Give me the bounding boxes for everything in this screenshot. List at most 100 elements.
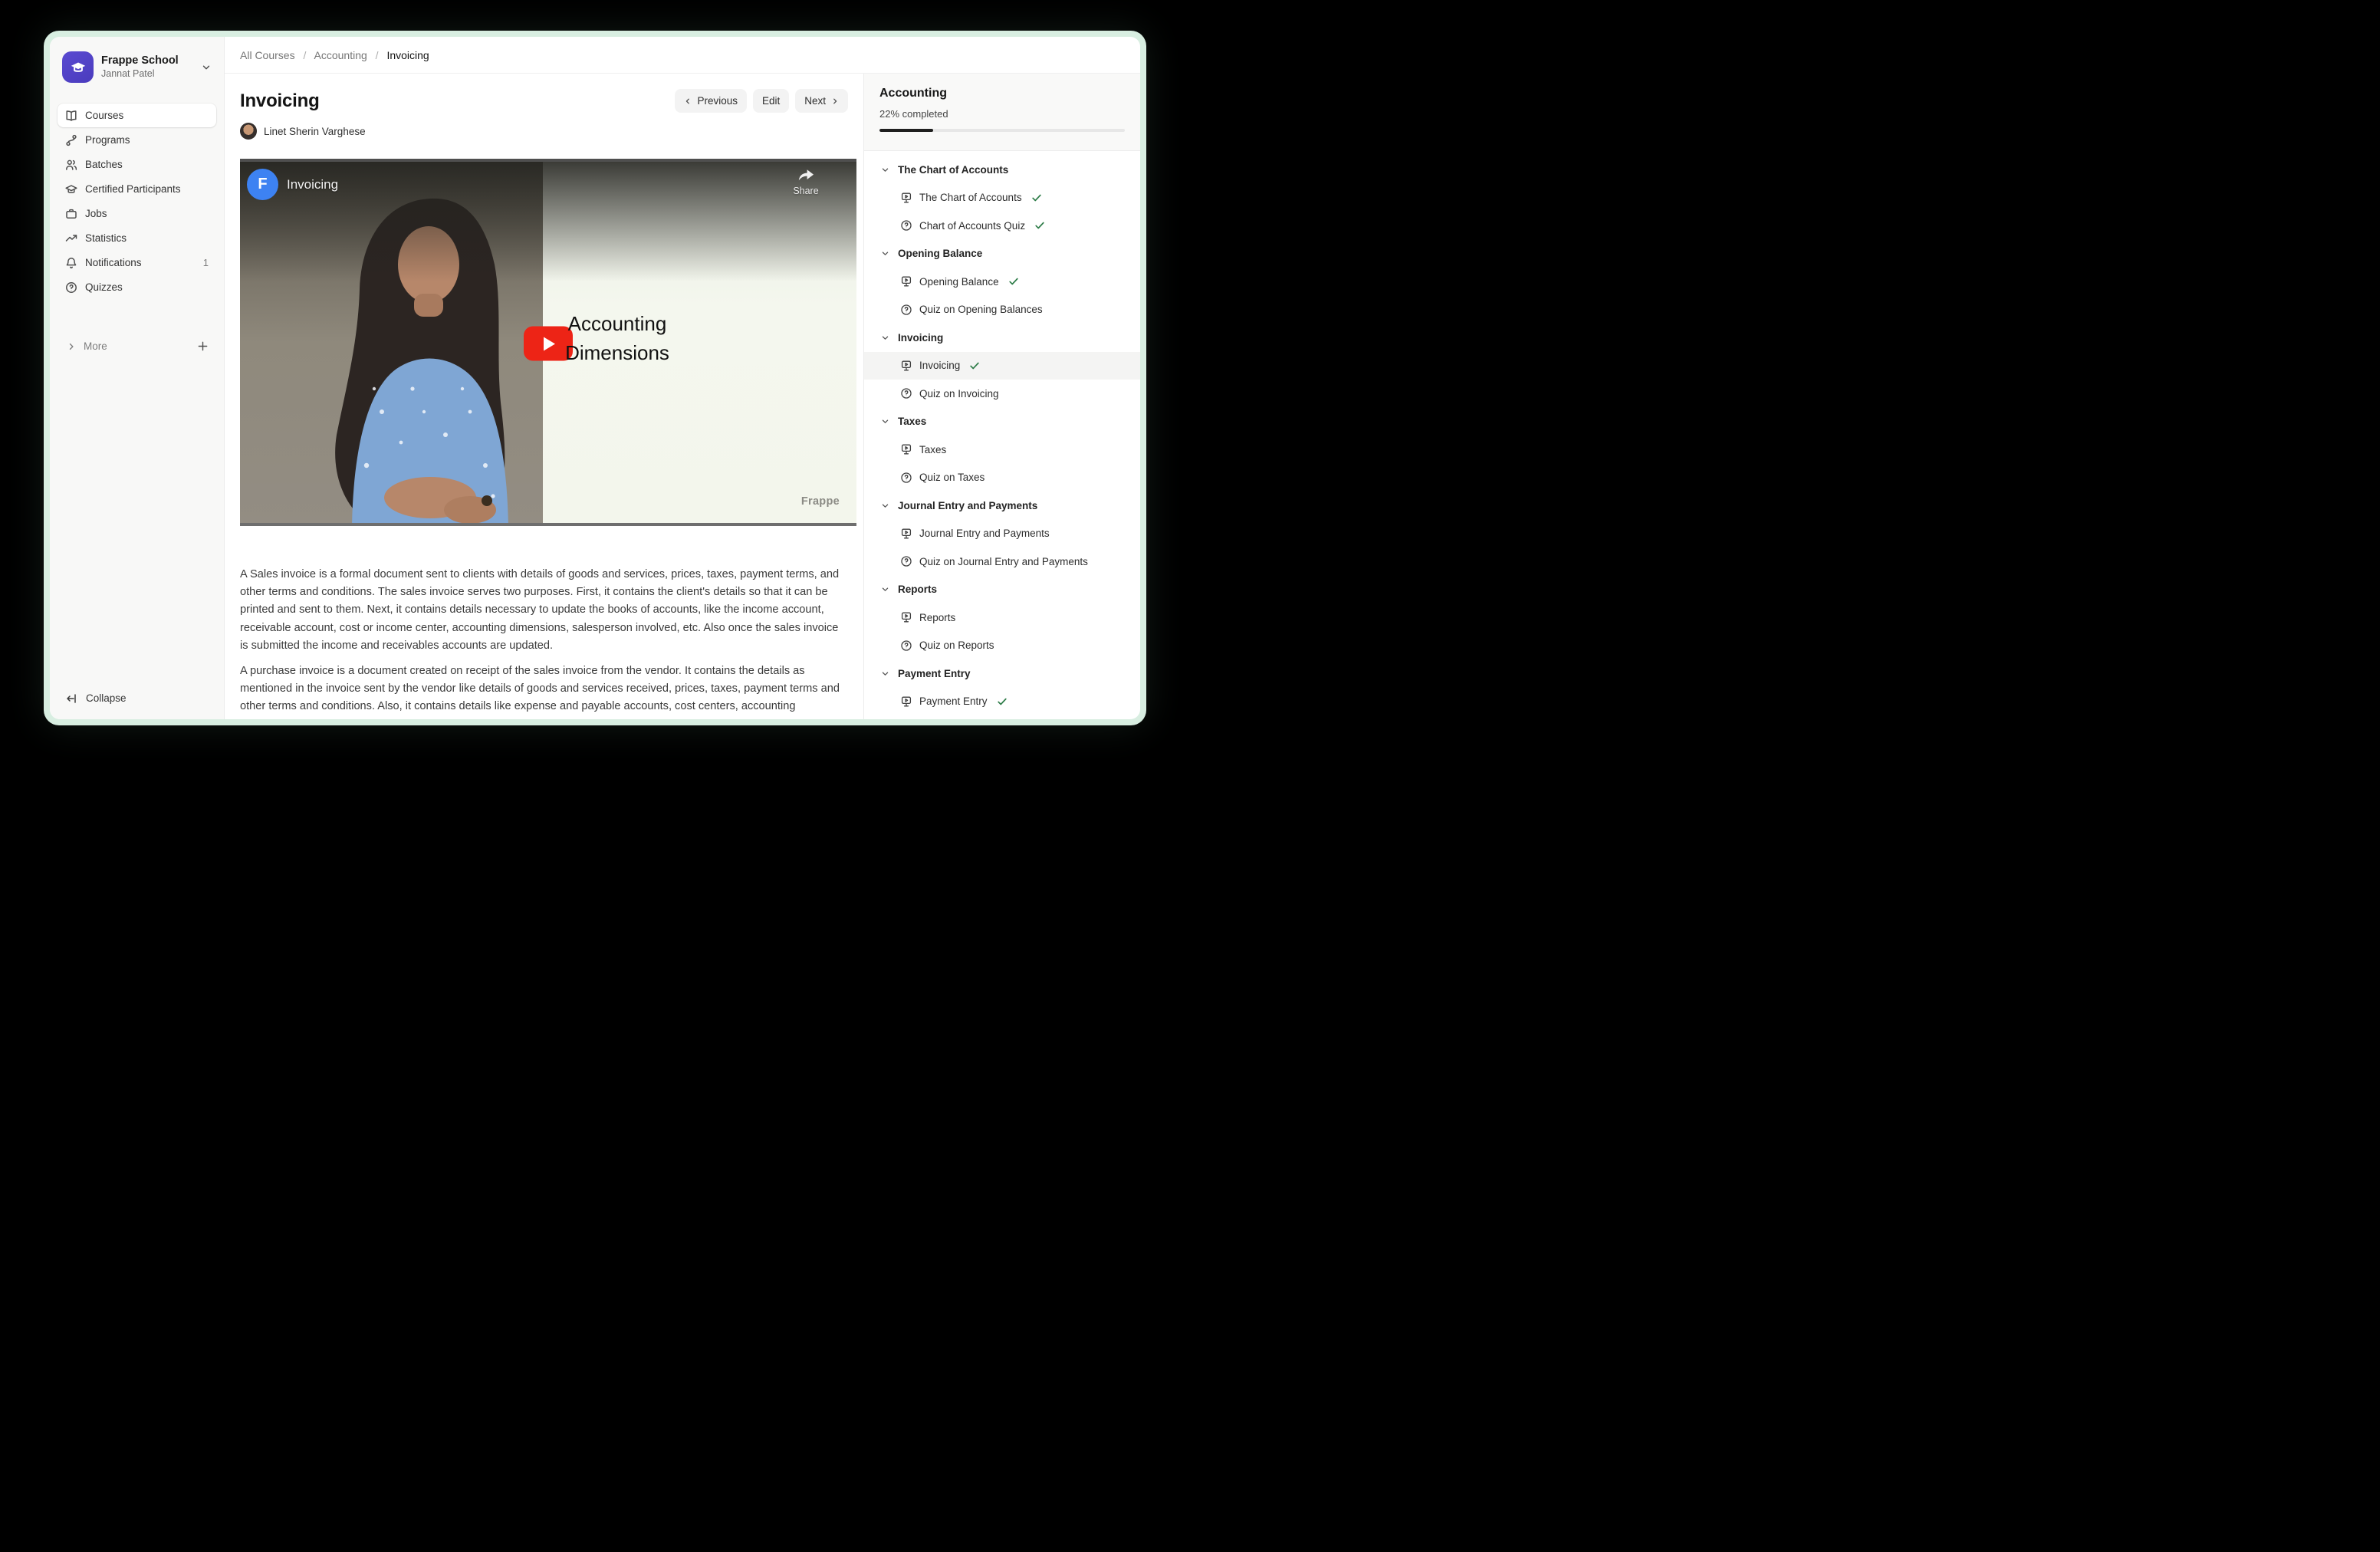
frappe-watermark: Frappe: [801, 495, 840, 508]
monitor-play-icon: [900, 360, 912, 372]
workspace-title: Frappe School: [101, 54, 179, 67]
chapter-title: Taxes: [898, 416, 926, 427]
lesson-title: Quiz on Journal Entry and Payments: [919, 556, 1088, 567]
sidebar-item-label: Jobs: [85, 208, 107, 219]
next-button[interactable]: Next: [795, 89, 848, 113]
lesson-row[interactable]: Payment Entry: [864, 688, 1140, 716]
check-icon: [1031, 192, 1042, 203]
chapter-row[interactable]: Invoicing: [864, 324, 1140, 352]
add-sidebar-item-button[interactable]: [197, 340, 209, 352]
sidebar-item-quizzes[interactable]: Quizzes: [58, 275, 216, 299]
chevron-down-icon: [881, 334, 889, 342]
chevron-down-icon: [881, 669, 889, 678]
breadcrumb-separator: /: [303, 49, 306, 61]
page-title: Invoicing: [240, 90, 320, 112]
chapter-title: Reports: [898, 584, 937, 595]
sidebar-item-courses[interactable]: Courses: [58, 104, 216, 127]
help-circle-icon: [900, 472, 912, 484]
share-arrow-icon: [797, 167, 815, 182]
lesson-paragraph: A purchase invoice is a document created…: [240, 663, 840, 719]
lesson-title: Quiz on Reports: [919, 640, 994, 651]
app-window: Frappe School Jannat Patel Courses Progr…: [50, 37, 1140, 719]
chapter-row[interactable]: Taxes: [864, 408, 1140, 436]
chapter-row[interactable]: Journal Entry and Payments: [864, 492, 1140, 520]
help-circle-icon: [900, 304, 912, 316]
chapter-row[interactable]: Payment Entry: [864, 659, 1140, 688]
lesson-title: The Chart of Accounts: [919, 192, 1022, 203]
lesson-title: Taxes: [919, 444, 946, 455]
sidebar-item-certified-participants[interactable]: Certified Participants: [58, 177, 216, 201]
lesson-title: Payment Entry: [919, 695, 988, 707]
quiz-row[interactable]: Quiz on Taxes: [864, 464, 1140, 492]
sidebar-more[interactable]: More: [50, 334, 224, 358]
collapse-sidebar-button[interactable]: Collapse: [58, 686, 134, 710]
workspace-switcher[interactable]: Frappe School Jannat Patel: [58, 48, 216, 87]
chapter-title: The Chart of Accounts: [898, 164, 1008, 176]
sidebar-item-jobs[interactable]: Jobs: [58, 202, 216, 225]
check-icon: [969, 360, 980, 371]
lesson-title: Quiz on Taxes: [919, 472, 985, 483]
course-progress-header: Accounting 22% completed: [864, 74, 1140, 151]
lesson-row[interactable]: Invoicing: [864, 352, 1140, 380]
sidebar-item-statistics[interactable]: Statistics: [58, 226, 216, 250]
progress-fill: [879, 129, 933, 132]
collapse-left-icon: [65, 692, 77, 705]
help-circle-icon: [65, 281, 77, 294]
notifications-count-badge: 1: [203, 257, 209, 268]
share-button[interactable]: Share: [781, 167, 830, 196]
author-name: Linet Sherin Varghese: [264, 126, 366, 137]
lesson-title: Opening Balance: [919, 276, 999, 288]
help-circle-icon: [900, 555, 912, 567]
chevron-down-icon: [881, 166, 889, 174]
chevron-down-icon: [881, 249, 889, 258]
lesson-paragraph: A Sales invoice is a formal document sen…: [240, 566, 840, 655]
breadcrumb-all-courses[interactable]: All Courses: [240, 49, 295, 61]
lesson-title: Journal Entry and Payments: [919, 528, 1050, 539]
chapter-row[interactable]: The Chart of Accounts: [864, 156, 1140, 184]
check-icon: [1034, 220, 1045, 231]
video-title-overlay[interactable]: Invoicing: [287, 177, 338, 192]
lesson-title: Invoicing: [919, 360, 960, 371]
lesson-row[interactable]: The Chart of Accounts: [864, 184, 1140, 212]
monitor-play-icon: [900, 695, 912, 708]
chapter-row[interactable]: Opening Balance: [864, 240, 1140, 268]
chevron-down-icon: [201, 62, 212, 73]
lesson-row[interactable]: Opening Balance: [864, 268, 1140, 296]
progress-bar: [879, 129, 1125, 132]
monitor-play-icon: [900, 275, 912, 288]
quiz-row[interactable]: Quiz on Opening Balances: [864, 296, 1140, 324]
chevron-down-icon: [881, 501, 889, 510]
sidebar-item-notifications[interactable]: Notifications 1: [58, 251, 216, 275]
lesson-row[interactable]: Journal Entry and Payments: [864, 520, 1140, 548]
quiz-row[interactable]: Quiz on Journal Entry and Payments: [864, 547, 1140, 576]
edit-button[interactable]: Edit: [753, 89, 789, 113]
video-player[interactable]: F Invoicing Share Accounting Dimensions …: [240, 159, 856, 526]
window-frame: Frappe School Jannat Patel Courses Progr…: [44, 31, 1146, 725]
channel-avatar[interactable]: F: [247, 169, 278, 200]
lesson-row[interactable]: Reports: [864, 603, 1140, 632]
monitor-play-icon: [900, 192, 912, 204]
chapter-row[interactable]: Reports: [864, 576, 1140, 604]
monitor-play-icon: [900, 443, 912, 455]
sidebar-item-label: Programs: [85, 134, 130, 146]
quiz-row[interactable]: Quiz on Reports: [864, 632, 1140, 660]
breadcrumb: All Courses / Accounting / Invoicing: [240, 49, 429, 61]
graduation-cap-icon: [68, 58, 88, 77]
more-label: More: [84, 340, 107, 352]
help-circle-icon: [900, 219, 912, 232]
sidebar-item-label: Statistics: [85, 232, 127, 244]
sidebar-item-programs[interactable]: Programs: [58, 128, 216, 152]
previous-button[interactable]: Previous: [675, 89, 747, 113]
graduation-cap-icon: [65, 183, 77, 196]
bell-icon: [65, 257, 77, 269]
frappe-school-logo: [62, 51, 94, 83]
quiz-row[interactable]: Chart of Accounts Quiz: [864, 212, 1140, 240]
chevron-down-icon: [881, 585, 889, 594]
workspace-user: Jannat Patel: [101, 68, 179, 81]
monitor-play-icon: [900, 611, 912, 623]
users-icon: [65, 159, 77, 171]
sidebar-item-batches[interactable]: Batches: [58, 153, 216, 176]
lesson-row[interactable]: Taxes: [864, 436, 1140, 464]
quiz-row[interactable]: Quiz on Invoicing: [864, 380, 1140, 408]
breadcrumb-course[interactable]: Accounting: [314, 49, 367, 61]
